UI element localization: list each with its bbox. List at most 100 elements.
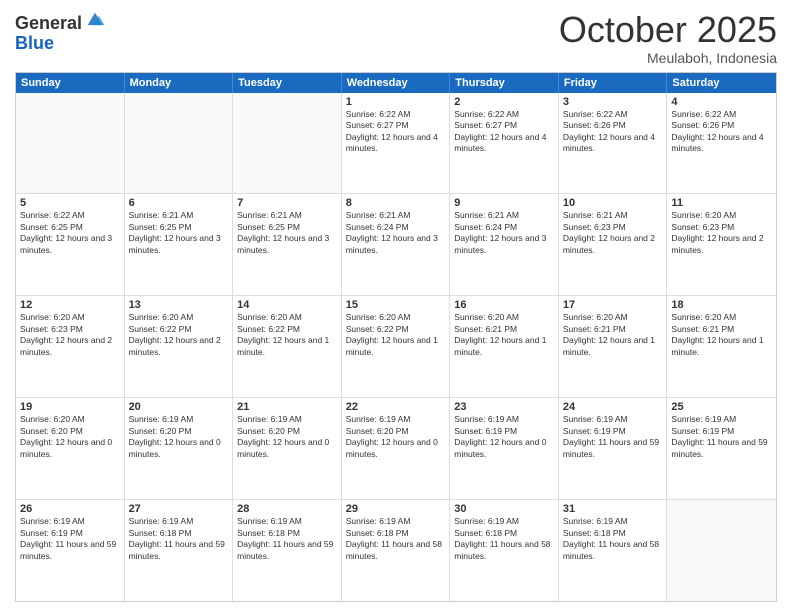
day-number: 19 [20, 401, 120, 413]
cal-cell: 2Sunrise: 6:22 AM Sunset: 6:27 PM Daylig… [450, 93, 559, 194]
cell-info: Sunrise: 6:19 AM Sunset: 6:19 PM Dayligh… [454, 414, 554, 460]
cal-cell: 5Sunrise: 6:22 AM Sunset: 6:25 PM Daylig… [16, 194, 125, 295]
cal-cell: 22Sunrise: 6:19 AM Sunset: 6:20 PM Dayli… [342, 398, 451, 499]
cal-cell: 12Sunrise: 6:20 AM Sunset: 6:23 PM Dayli… [16, 296, 125, 397]
cal-cell: 7Sunrise: 6:21 AM Sunset: 6:25 PM Daylig… [233, 194, 342, 295]
logo-general-text: General [15, 14, 82, 34]
day-number: 3 [563, 96, 663, 108]
day-number: 28 [237, 503, 337, 515]
cell-info: Sunrise: 6:19 AM Sunset: 6:18 PM Dayligh… [237, 516, 337, 562]
cell-info: Sunrise: 6:20 AM Sunset: 6:23 PM Dayligh… [20, 312, 120, 358]
cal-header-sunday: Sunday [16, 73, 125, 93]
day-number: 4 [671, 96, 772, 108]
cell-info: Sunrise: 6:19 AM Sunset: 6:18 PM Dayligh… [563, 516, 663, 562]
cal-cell: 15Sunrise: 6:20 AM Sunset: 6:22 PM Dayli… [342, 296, 451, 397]
day-number: 24 [563, 401, 663, 413]
cal-cell: 28Sunrise: 6:19 AM Sunset: 6:18 PM Dayli… [233, 500, 342, 601]
day-number: 9 [454, 197, 554, 209]
day-number: 15 [346, 299, 446, 311]
cal-header-wednesday: Wednesday [342, 73, 451, 93]
cell-info: Sunrise: 6:20 AM Sunset: 6:22 PM Dayligh… [346, 312, 446, 358]
day-number: 12 [20, 299, 120, 311]
day-number: 29 [346, 503, 446, 515]
cell-info: Sunrise: 6:19 AM Sunset: 6:19 PM Dayligh… [671, 414, 772, 460]
cal-cell: 13Sunrise: 6:20 AM Sunset: 6:22 PM Dayli… [125, 296, 234, 397]
day-number: 13 [129, 299, 229, 311]
cell-info: Sunrise: 6:20 AM Sunset: 6:22 PM Dayligh… [237, 312, 337, 358]
day-number: 10 [563, 197, 663, 209]
cal-cell: 8Sunrise: 6:21 AM Sunset: 6:24 PM Daylig… [342, 194, 451, 295]
cal-cell [233, 93, 342, 194]
cal-week-1: 1Sunrise: 6:22 AM Sunset: 6:27 PM Daylig… [16, 93, 776, 195]
day-number: 31 [563, 503, 663, 515]
day-number: 1 [346, 96, 446, 108]
cal-week-3: 12Sunrise: 6:20 AM Sunset: 6:23 PM Dayli… [16, 296, 776, 398]
cal-header-friday: Friday [559, 73, 668, 93]
cal-cell [667, 500, 776, 601]
cell-info: Sunrise: 6:20 AM Sunset: 6:20 PM Dayligh… [20, 414, 120, 460]
header: General Blue October 2025 Meulaboh, Indo… [15, 10, 777, 66]
cal-cell: 3Sunrise: 6:22 AM Sunset: 6:26 PM Daylig… [559, 93, 668, 194]
day-number: 14 [237, 299, 337, 311]
cell-info: Sunrise: 6:19 AM Sunset: 6:20 PM Dayligh… [237, 414, 337, 460]
cal-cell: 4Sunrise: 6:22 AM Sunset: 6:26 PM Daylig… [667, 93, 776, 194]
cell-info: Sunrise: 6:21 AM Sunset: 6:25 PM Dayligh… [129, 210, 229, 256]
cell-info: Sunrise: 6:20 AM Sunset: 6:21 PM Dayligh… [454, 312, 554, 358]
cell-info: Sunrise: 6:20 AM Sunset: 6:21 PM Dayligh… [563, 312, 663, 358]
cal-cell: 26Sunrise: 6:19 AM Sunset: 6:19 PM Dayli… [16, 500, 125, 601]
day-number: 5 [20, 197, 120, 209]
cell-info: Sunrise: 6:20 AM Sunset: 6:22 PM Dayligh… [129, 312, 229, 358]
day-number: 11 [671, 197, 772, 209]
logo: General Blue [15, 14, 106, 54]
cell-info: Sunrise: 6:19 AM Sunset: 6:19 PM Dayligh… [20, 516, 120, 562]
cal-cell: 9Sunrise: 6:21 AM Sunset: 6:24 PM Daylig… [450, 194, 559, 295]
cell-info: Sunrise: 6:19 AM Sunset: 6:19 PM Dayligh… [563, 414, 663, 460]
day-number: 7 [237, 197, 337, 209]
cell-info: Sunrise: 6:19 AM Sunset: 6:20 PM Dayligh… [129, 414, 229, 460]
cell-info: Sunrise: 6:21 AM Sunset: 6:23 PM Dayligh… [563, 210, 663, 256]
day-number: 17 [563, 299, 663, 311]
cell-info: Sunrise: 6:20 AM Sunset: 6:23 PM Dayligh… [671, 210, 772, 256]
cal-cell: 14Sunrise: 6:20 AM Sunset: 6:22 PM Dayli… [233, 296, 342, 397]
calendar-body: 1Sunrise: 6:22 AM Sunset: 6:27 PM Daylig… [16, 93, 776, 601]
cell-info: Sunrise: 6:22 AM Sunset: 6:26 PM Dayligh… [563, 109, 663, 155]
cal-cell: 20Sunrise: 6:19 AM Sunset: 6:20 PM Dayli… [125, 398, 234, 499]
cal-cell: 11Sunrise: 6:20 AM Sunset: 6:23 PM Dayli… [667, 194, 776, 295]
cell-info: Sunrise: 6:22 AM Sunset: 6:25 PM Dayligh… [20, 210, 120, 256]
logo-icon [84, 9, 106, 31]
cell-info: Sunrise: 6:22 AM Sunset: 6:26 PM Dayligh… [671, 109, 772, 155]
day-number: 8 [346, 197, 446, 209]
day-number: 20 [129, 401, 229, 413]
cell-info: Sunrise: 6:20 AM Sunset: 6:21 PM Dayligh… [671, 312, 772, 358]
cal-cell: 6Sunrise: 6:21 AM Sunset: 6:25 PM Daylig… [125, 194, 234, 295]
cell-info: Sunrise: 6:19 AM Sunset: 6:18 PM Dayligh… [454, 516, 554, 562]
cal-cell: 21Sunrise: 6:19 AM Sunset: 6:20 PM Dayli… [233, 398, 342, 499]
day-number: 27 [129, 503, 229, 515]
cell-info: Sunrise: 6:22 AM Sunset: 6:27 PM Dayligh… [346, 109, 446, 155]
cal-cell [16, 93, 125, 194]
day-number: 26 [20, 503, 120, 515]
cal-cell: 25Sunrise: 6:19 AM Sunset: 6:19 PM Dayli… [667, 398, 776, 499]
cal-cell: 30Sunrise: 6:19 AM Sunset: 6:18 PM Dayli… [450, 500, 559, 601]
cal-cell: 1Sunrise: 6:22 AM Sunset: 6:27 PM Daylig… [342, 93, 451, 194]
day-number: 23 [454, 401, 554, 413]
cal-cell [125, 93, 234, 194]
day-number: 25 [671, 401, 772, 413]
cell-info: Sunrise: 6:21 AM Sunset: 6:24 PM Dayligh… [346, 210, 446, 256]
cal-header-monday: Monday [125, 73, 234, 93]
day-number: 22 [346, 401, 446, 413]
page: General Blue October 2025 Meulaboh, Indo… [0, 0, 792, 612]
day-number: 30 [454, 503, 554, 515]
cal-cell: 27Sunrise: 6:19 AM Sunset: 6:18 PM Dayli… [125, 500, 234, 601]
day-number: 16 [454, 299, 554, 311]
cal-cell: 19Sunrise: 6:20 AM Sunset: 6:20 PM Dayli… [16, 398, 125, 499]
cell-info: Sunrise: 6:21 AM Sunset: 6:25 PM Dayligh… [237, 210, 337, 256]
day-number: 2 [454, 96, 554, 108]
day-number: 18 [671, 299, 772, 311]
cell-info: Sunrise: 6:21 AM Sunset: 6:24 PM Dayligh… [454, 210, 554, 256]
cell-info: Sunrise: 6:19 AM Sunset: 6:18 PM Dayligh… [346, 516, 446, 562]
cal-week-5: 26Sunrise: 6:19 AM Sunset: 6:19 PM Dayli… [16, 500, 776, 601]
cal-cell: 23Sunrise: 6:19 AM Sunset: 6:19 PM Dayli… [450, 398, 559, 499]
cal-cell: 10Sunrise: 6:21 AM Sunset: 6:23 PM Dayli… [559, 194, 668, 295]
calendar-header-row: SundayMondayTuesdayWednesdayThursdayFrid… [16, 73, 776, 93]
